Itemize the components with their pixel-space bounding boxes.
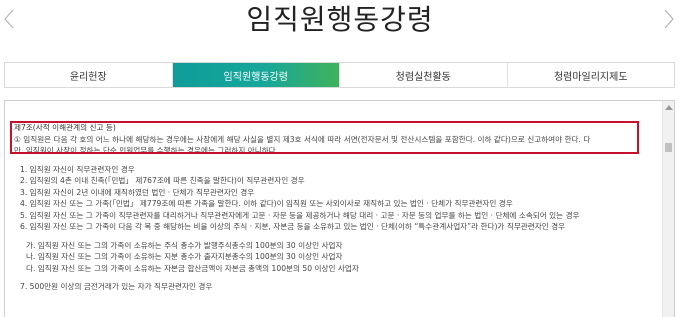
sub-list-item: 가. 임직원 자신 또는 그의 가족이 소유하는 주식 총수가 발행주식총수의 … [26, 240, 343, 250]
article-paragraph-line: 만, 임직원이 사장이 정하는 단순 민원업무를 수행하는 경우에는 그러하지 … [14, 146, 279, 155]
tab-integrity-mileage[interactable]: 청렴마일리지제도 [508, 63, 675, 87]
list-item: 7. 500만원 이상의 금전거래가 있는 자가 직무관련자인 경우 [20, 282, 213, 291]
scroll-thumb[interactable] [665, 143, 672, 152]
list-item: 5. 임직원 자신 또는 그 가족이 직무관련자를 대리하거나 직무관련자에게 … [20, 210, 580, 220]
list-item: 1. 임직원 자신이 직무관련자인 경우 [20, 164, 135, 174]
list-item: 2. 임직원의 4촌 이내 친족(「민법」 제767조에 따른 친족을 말한다)… [20, 176, 305, 185]
article-text: 제7조(사적 이해관계의 신고 등) ① 임직원은 다음 각 호의 어느 하나에… [14, 122, 664, 293]
article-paragraph-line: ① 임직원은 다음 각 호의 어느 하나에 해당하는 경우에는 사장에게 해당 … [14, 134, 591, 144]
page-title: 임직원행동강령 [246, 3, 434, 36]
scrollbar[interactable] [662, 101, 674, 317]
tab-ethics-charter[interactable]: 윤리헌장 [5, 63, 173, 87]
code-content-panel: 제7조(사적 이해관계의 신고 등) ① 임직원은 다음 각 호의 어느 하나에… [4, 100, 675, 317]
tab-bar: 윤리헌장 임직원행동강령 청렴실천활동 청렴마일리지제도 [4, 62, 675, 88]
tab-code-of-conduct[interactable]: 임직원행동강령 [172, 63, 340, 87]
scroll-up-arrow-icon[interactable] [665, 105, 673, 110]
article-heading: 제7조(사적 이해관계의 신고 등) [14, 123, 116, 132]
tab-integrity-activities[interactable]: 청렴실천활동 [340, 63, 508, 87]
sub-list-item: 나. 임직원 자신 또는 그의 가족이 소유하는 지분 총수가 출자지분총수의 … [26, 252, 343, 261]
list-item: 6. 임직원 자신 또는 그 가족이 다음 각 목 중 해당하는 비율 이상의 … [20, 222, 566, 231]
list-item: 3. 임직원 자신이 2년 이내에 재직하였던 법인 · 단체가 직무관련자인 … [20, 187, 255, 197]
sub-list-item: 다. 임직원 자신 또는 그의 가족이 소유하는 자본금 합산금액이 자본금 총… [26, 263, 359, 273]
chevron-right-icon[interactable] [662, 8, 676, 30]
list-item: 4. 임직원 자신 또는 그 가족(「민법」 제779조에 따른 가족을 말한다… [20, 199, 513, 208]
